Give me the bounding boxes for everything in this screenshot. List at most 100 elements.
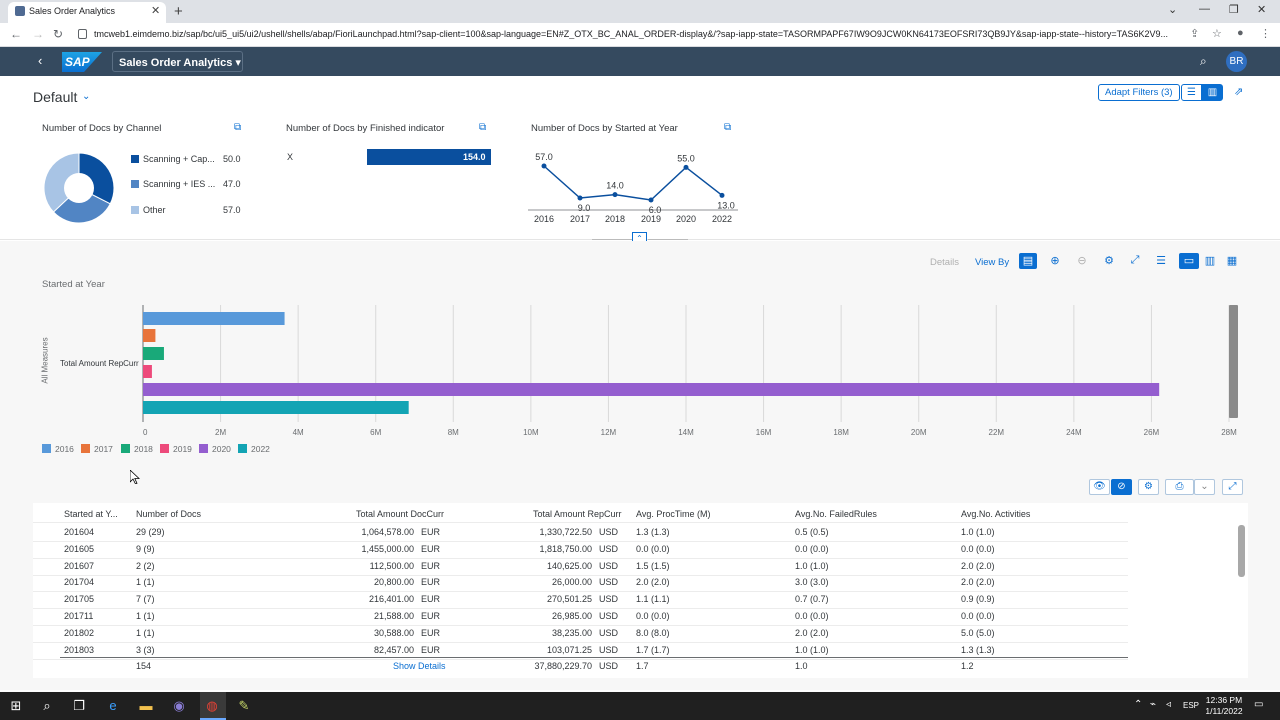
bar-2017[interactable]: [143, 329, 156, 342]
popout-icon[interactable]: ⧉: [234, 122, 241, 133]
chrome-icon[interactable]: ◍: [203, 697, 221, 715]
back-icon[interactable]: ←: [10, 27, 22, 41]
legend-label[interactable]: Scanning + IES ...: [143, 179, 215, 189]
line-point-label: 14.0: [606, 181, 624, 191]
network-icon[interactable]: ⌁: [1150, 699, 1156, 710]
app-icon[interactable]: ◉: [170, 697, 188, 715]
edge-icon[interactable]: e: [104, 697, 122, 715]
popout-icon[interactable]: ⧉: [724, 122, 731, 133]
chart-and-table-view-icon[interactable]: ▭: [1179, 253, 1199, 269]
main-bar-chart[interactable]: 0 2M 4M 6M 8M 10M 12M 14M 16M 18M 20M 22M 24M 26M 28M: [130, 300, 1240, 440]
cursor-arrow-icon: [130, 470, 140, 484]
new-tab-icon[interactable]: +: [174, 3, 183, 20]
legend-label[interactable]: Other: [143, 205, 166, 215]
legend-item[interactable]: 2020: [212, 444, 231, 454]
line-point[interactable]: [648, 197, 654, 203]
table-scrollbar[interactable]: [1238, 525, 1245, 577]
show-details-icon[interactable]: 👁: [1089, 479, 1110, 495]
profile-icon[interactable]: ●: [1237, 27, 1244, 39]
minimize-icon[interactable]: —: [1199, 3, 1210, 15]
chart-view-icon[interactable]: ▥: [1201, 254, 1219, 267]
column-header[interactable]: Started at Y...: [64, 509, 118, 519]
zoom-in-icon[interactable]: ⊕: [1046, 254, 1064, 267]
table-cell: 20,800.00: [373, 577, 414, 587]
url-field[interactable]: tmcweb1.eimdemo.biz/sap/bc/ui5_ui5/ui2/u…: [94, 29, 1179, 39]
bar-2020[interactable]: [143, 383, 1160, 396]
notifications-icon[interactable]: ▭: [1254, 699, 1263, 710]
column-header[interactable]: Total Amount RepCurr: [533, 509, 622, 519]
task-view-icon[interactable]: ❐: [70, 697, 88, 715]
line-point[interactable]: [612, 192, 618, 198]
legend-toggle-icon[interactable]: ▤: [1019, 253, 1037, 269]
window-close-icon[interactable]: ✕: [1257, 3, 1266, 16]
windows-start-icon[interactable]: ⊞: [7, 697, 25, 715]
chart-scrollbar[interactable]: [1229, 305, 1238, 418]
search-icon[interactable]: ⌕: [1200, 54, 1207, 69]
clock-date: 1/11/2022: [1205, 706, 1243, 716]
column-header[interactable]: Total Amount DocCurr: [356, 509, 444, 519]
legend-item[interactable]: 2017: [94, 444, 113, 454]
show-details-link[interactable]: Show Details: [393, 661, 446, 671]
legend-item[interactable]: 2022: [251, 444, 270, 454]
tab-close-icon[interactable]: ✕: [151, 4, 160, 17]
legend-swatch: [121, 444, 130, 453]
column-header[interactable]: Avg. ProcTime (M): [636, 509, 711, 519]
line-point[interactable]: [541, 163, 547, 169]
line-point[interactable]: [683, 164, 689, 170]
hide-details-icon[interactable]: ⊘: [1111, 479, 1132, 495]
app-icon-2[interactable]: ✎: [235, 697, 253, 715]
table-fullscreen-icon[interactable]: ⤢: [1222, 479, 1243, 495]
language-indicator[interactable]: ESP: [1183, 701, 1199, 710]
chart-type-icon[interactable]: ☰: [1152, 254, 1170, 267]
started-line-chart[interactable]: 57.09.014.06.055.013.0 2016 2017 2018 2019 2…: [528, 148, 740, 230]
legend-item[interactable]: 2019: [173, 444, 192, 454]
legend-item[interactable]: 2016: [55, 444, 74, 454]
settings-icon[interactable]: ⚙: [1100, 254, 1118, 267]
bar-2018[interactable]: [143, 347, 164, 360]
bar-2016[interactable]: [143, 312, 285, 325]
share-icon[interactable]: ⇪: [1190, 27, 1199, 40]
volume-icon[interactable]: ◃: [1166, 699, 1171, 710]
restore-icon[interactable]: ❐: [1229, 3, 1239, 16]
bar-2022[interactable]: [143, 401, 409, 414]
details-button[interactable]: Details: [930, 257, 959, 268]
view-by-button[interactable]: View By: [975, 257, 1009, 268]
clock[interactable]: 12:36 PM 1/11/2022: [1202, 695, 1246, 717]
legend-label[interactable]: Scanning + Cap...: [143, 154, 215, 164]
file-explorer-icon[interactable]: ▬: [137, 697, 155, 715]
lock-icon[interactable]: [78, 29, 87, 39]
popout-icon[interactable]: ⧉: [479, 122, 486, 133]
share-icon[interactable]: ⇗: [1234, 85, 1243, 98]
bar-2019[interactable]: [143, 365, 152, 378]
forward-icon[interactable]: →: [32, 27, 44, 41]
column-header[interactable]: Number of Docs: [136, 509, 201, 519]
back-icon[interactable]: ‹: [38, 53, 42, 68]
chevron-down-icon[interactable]: ⌄: [1168, 3, 1177, 16]
table-cell: 1 (1): [136, 577, 155, 587]
export-icon[interactable]: ⎙: [1165, 479, 1194, 495]
column-header[interactable]: Avg.No. Activities: [961, 509, 1030, 519]
reload-icon[interactable]: ↻: [53, 27, 63, 41]
line-point[interactable]: [577, 195, 583, 201]
bookmark-star-icon[interactable]: ☆: [1212, 27, 1222, 40]
chevron-down-icon[interactable]: ⌄: [82, 91, 90, 102]
variant-name[interactable]: Default: [33, 89, 77, 105]
fullscreen-icon[interactable]: ⤢: [1126, 254, 1144, 267]
x-tick-label: 14M: [678, 428, 694, 437]
avatar[interactable]: BR: [1226, 51, 1247, 72]
compact-filter-view-icon[interactable]: ☰: [1181, 84, 1202, 101]
visual-filter-view-icon[interactable]: ▥: [1202, 84, 1223, 101]
table-view-icon[interactable]: ▦: [1223, 254, 1241, 267]
zoom-out-icon[interactable]: ⊖: [1073, 254, 1091, 267]
adapt-filters-button[interactable]: Adapt Filters (3): [1098, 84, 1180, 101]
channel-donut-chart[interactable]: [43, 152, 115, 224]
tray-chevron-icon[interactable]: ⌃: [1134, 699, 1142, 710]
legend-item[interactable]: 2018: [134, 444, 153, 454]
export-menu-chevron-icon[interactable]: ⌄: [1194, 479, 1215, 495]
browser-menu-icon[interactable]: ⋮: [1260, 27, 1271, 40]
line-point[interactable]: [719, 192, 725, 198]
search-icon[interactable]: ⌕: [38, 697, 56, 715]
table-settings-icon[interactable]: ⚙: [1138, 479, 1159, 495]
column-header[interactable]: Avg.No. FailedRules: [795, 509, 877, 519]
row-separator: [33, 575, 1128, 576]
